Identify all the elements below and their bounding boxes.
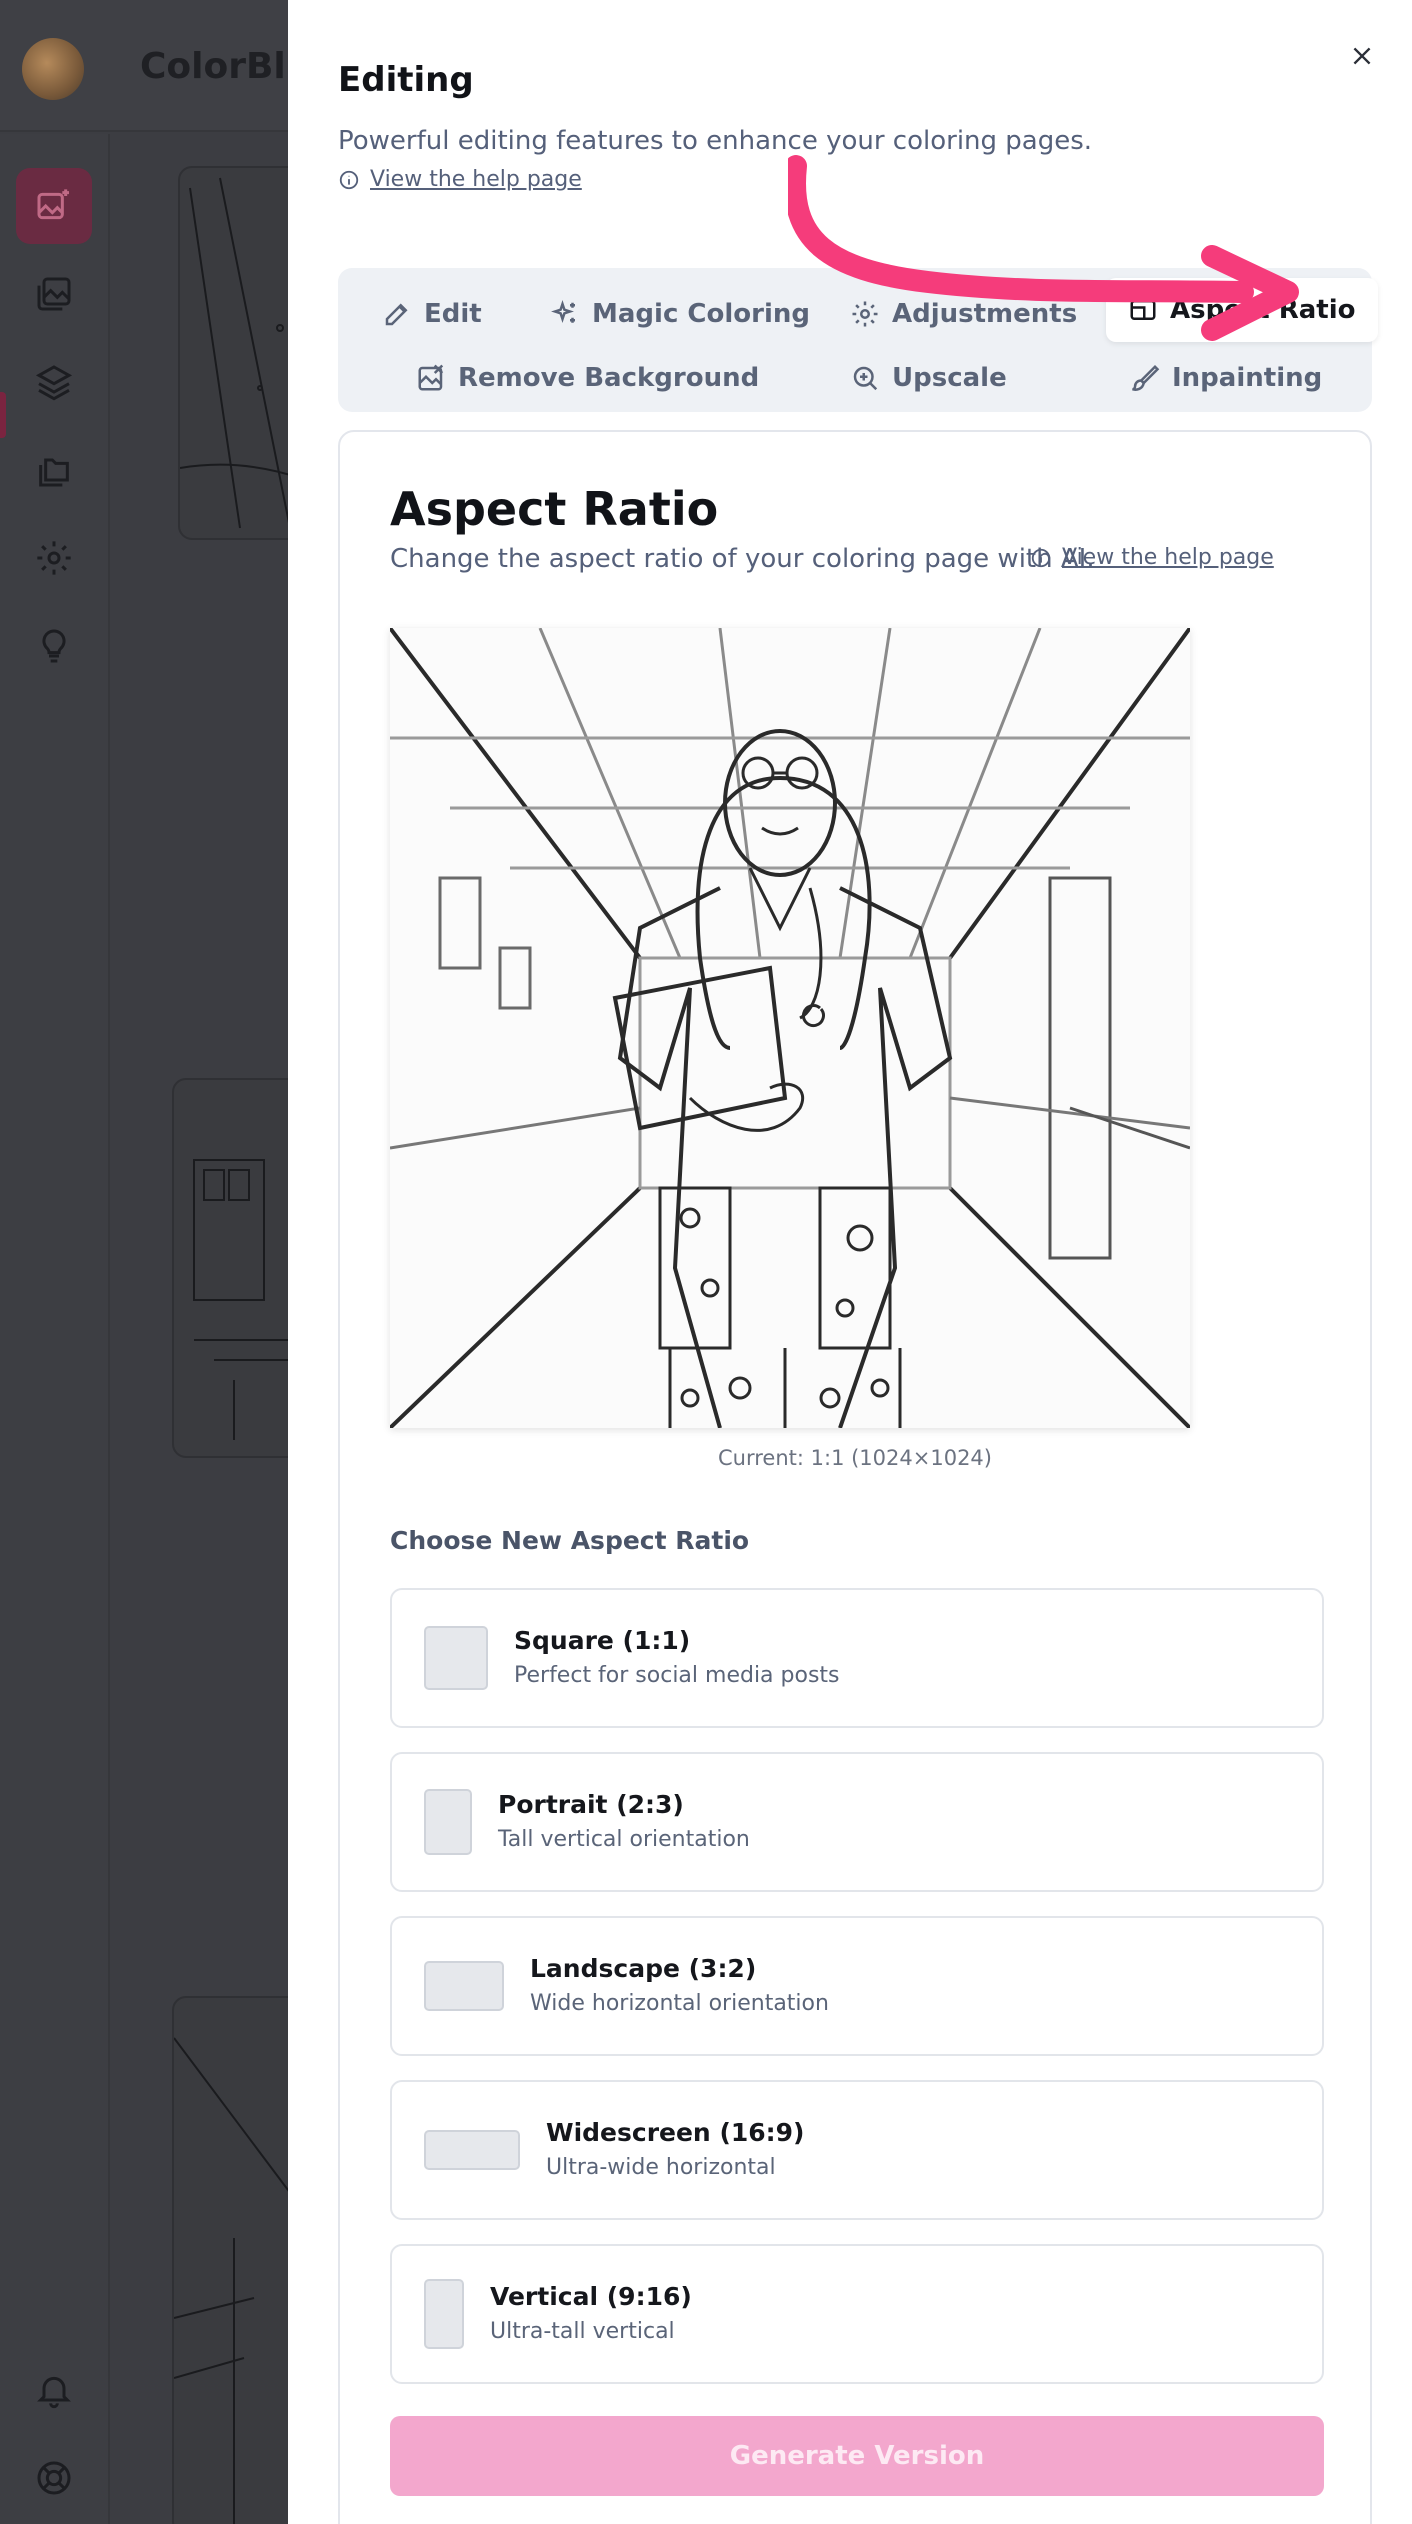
tab-inpainting[interactable]: Inpainting — [1108, 348, 1344, 408]
tab-label: Adjustments — [892, 299, 1078, 329]
bell-icon[interactable] — [16, 2352, 92, 2428]
help-link-row: View the help page — [338, 167, 582, 192]
generate-version-button[interactable]: Generate Version — [390, 2416, 1324, 2496]
tab-upscale[interactable]: Upscale — [828, 348, 1029, 408]
ratio-option-landscape[interactable]: Landscape (3:2) Wide horizontal orientat… — [390, 1916, 1324, 2056]
option-desc: Tall vertical orientation — [498, 1827, 750, 1852]
folders-icon[interactable] — [16, 432, 92, 508]
current-ratio-text: Current: 1:1 (1024×1024) — [718, 1446, 992, 1470]
ratio-thumbnail — [424, 1961, 504, 2011]
editing-panel: Editing Powerful editing features to enh… — [288, 0, 1412, 2524]
aspect-ratio-description: Change the aspect ratio of your coloring… — [390, 544, 1095, 574]
option-name: Square (1:1) — [514, 1626, 691, 1655]
option-desc: Ultra-tall vertical — [490, 2319, 675, 2344]
option-name: Vertical (9:16) — [490, 2282, 692, 2311]
aspect-ratio-title: Aspect Ratio — [390, 482, 719, 536]
ratio-option-portrait[interactable]: Portrait (2:3) Tall vertical orientation — [390, 1752, 1324, 1892]
option-name: Landscape (3:2) — [530, 1954, 757, 1983]
tab-label: Edit — [424, 299, 482, 329]
lifebuoy-icon[interactable] — [16, 2440, 92, 2516]
aspect-ratio-card: Aspect Ratio Change the aspect ratio of … — [338, 430, 1372, 2524]
brush-icon — [1132, 364, 1160, 391]
tab-label: Remove Background — [458, 363, 760, 393]
gallery-icon[interactable] — [16, 256, 92, 332]
tab-label: Inpainting — [1172, 363, 1323, 393]
tab-label: Magic Coloring — [592, 299, 810, 329]
ratio-thumbnail — [424, 1789, 472, 1855]
pencil-icon — [385, 303, 408, 326]
gear-icon — [852, 301, 878, 327]
ratio-option-square[interactable]: Square (1:1) Perfect for social media po… — [390, 1588, 1324, 1728]
tab-magic-coloring[interactable]: Magic Coloring — [528, 284, 832, 344]
panel-subtitle: Powerful editing features to enhance you… — [338, 126, 1093, 156]
option-desc: Perfect for social media posts — [514, 1663, 840, 1688]
tab-label: Aspect Ratio — [1170, 295, 1356, 325]
help-link[interactable]: View the help page — [1062, 545, 1274, 570]
help-link[interactable]: View the help page — [370, 167, 582, 192]
tab-adjustments[interactable]: Adjustments — [828, 284, 1099, 344]
help-link-row: View the help page — [1030, 545, 1274, 570]
info-icon — [1031, 548, 1051, 567]
ratio-thumbnail — [424, 2279, 464, 2349]
app-logo[interactable] — [22, 38, 84, 100]
close-button[interactable] — [1340, 34, 1384, 78]
coloring-page-preview — [390, 628, 1190, 1428]
ratio-thumbnail — [424, 2130, 520, 2170]
zoom-in-icon — [853, 366, 878, 391]
ratio-thumbnail — [424, 1626, 488, 1690]
tab-aspect-ratio[interactable]: Aspect Ratio — [1106, 278, 1378, 342]
sidebar-active-indicator — [0, 392, 6, 438]
ratio-option-widescreen[interactable]: Widescreen (16:9) Ultra-wide horizontal — [390, 2080, 1324, 2220]
sparkles-icon — [551, 300, 575, 323]
image-sparkle-icon[interactable] — [16, 168, 92, 244]
aspect-ratio-icon — [1130, 300, 1156, 320]
option-desc: Ultra-wide horizontal — [546, 2155, 776, 2180]
tab-edit[interactable]: Edit — [360, 284, 504, 344]
sidebar — [0, 134, 110, 2524]
close-icon — [1353, 47, 1371, 65]
image-remove-icon — [418, 364, 444, 391]
info-icon — [339, 170, 359, 189]
settings-icon[interactable] — [16, 520, 92, 596]
editing-tabs: Edit Magic Coloring Adjustments Aspect R… — [338, 268, 1378, 412]
panel-title: Editing — [338, 60, 474, 100]
option-name: Widescreen (16:9) — [546, 2118, 805, 2147]
option-name: Portrait (2:3) — [498, 1790, 684, 1819]
ratio-option-vertical[interactable]: Vertical (9:16) Ultra-tall vertical — [390, 2244, 1324, 2384]
layers-icon[interactable] — [16, 344, 92, 420]
choose-ratio-label: Choose New Aspect Ratio — [390, 1526, 750, 1555]
lightbulb-icon[interactable] — [16, 608, 92, 684]
tab-label: Upscale — [892, 363, 1007, 393]
tab-remove-background[interactable]: Remove Background — [394, 348, 781, 408]
option-desc: Wide horizontal orientation — [530, 1991, 829, 2016]
